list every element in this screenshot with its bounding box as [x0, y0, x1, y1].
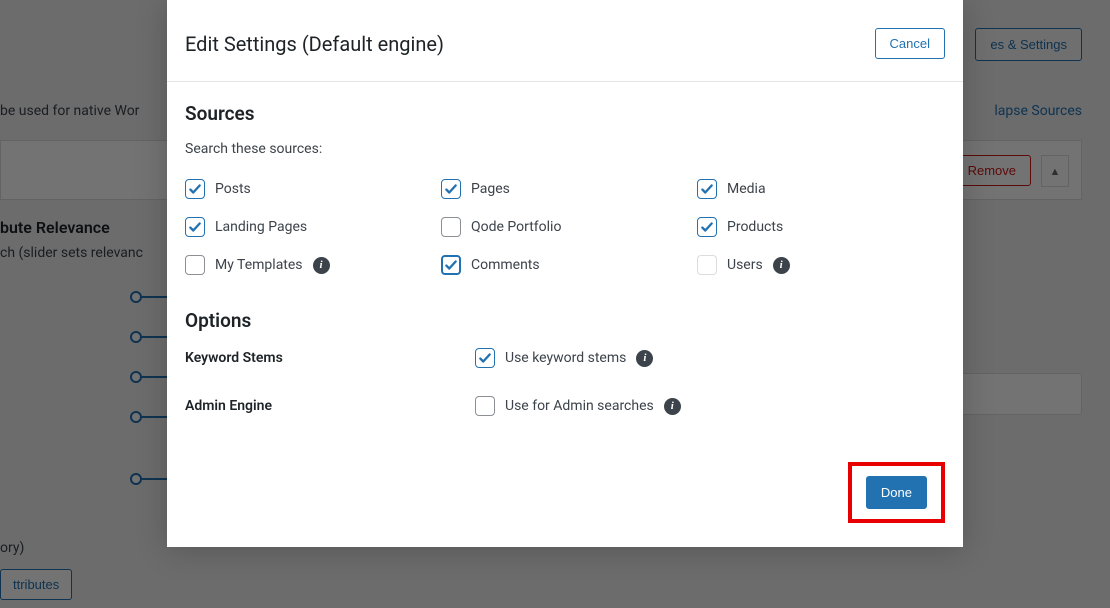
source-item: Usersi — [697, 255, 945, 275]
checkbox-label: Pages — [471, 181, 510, 197]
option-label: Admin Engine — [185, 398, 475, 414]
checkbox-label: Products — [727, 219, 783, 235]
checkbox — [697, 255, 717, 275]
options-heading: Options — [185, 309, 945, 332]
cancel-button[interactable]: Cancel — [875, 28, 945, 59]
checkbox[interactable] — [185, 255, 205, 275]
checkbox[interactable] — [441, 255, 461, 275]
checkbox[interactable] — [441, 217, 461, 237]
checkbox-label: Comments — [471, 257, 540, 273]
info-icon[interactable]: i — [636, 350, 653, 367]
checkbox[interactable] — [697, 217, 717, 237]
info-icon[interactable]: i — [313, 257, 330, 274]
source-item: Products — [697, 217, 945, 237]
edit-settings-modal: Edit Settings (Default engine) Cancel So… — [167, 0, 963, 547]
source-item: Posts — [185, 179, 433, 199]
modal-title: Edit Settings (Default engine) — [185, 32, 444, 56]
checkbox-label: Media — [727, 181, 766, 197]
checkbox-label: My Templates — [215, 257, 303, 273]
checkbox[interactable] — [185, 179, 205, 199]
source-item: Media — [697, 179, 945, 199]
option-row: Admin Engine Use for Admin searches i — [185, 396, 945, 416]
checkbox[interactable] — [475, 396, 495, 416]
modal-header: Edit Settings (Default engine) Cancel — [167, 0, 963, 82]
option-control-label: Use for Admin searches — [505, 398, 654, 414]
checkbox[interactable] — [441, 179, 461, 199]
checkbox-label: Landing Pages — [215, 219, 307, 235]
checkbox-label: Users — [727, 257, 763, 273]
checkbox-label: Qode Portfolio — [471, 219, 561, 235]
option-label: Keyword Stems — [185, 350, 475, 366]
sources-grid: Posts Pages Media Landing Pages Qode Portfol… — [185, 179, 945, 275]
option-control: Use for Admin searches i — [475, 396, 681, 416]
checkbox[interactable] — [185, 217, 205, 237]
info-icon[interactable]: i — [664, 398, 681, 415]
option-control: Use keyword stems i — [475, 348, 653, 368]
checkbox[interactable] — [475, 348, 495, 368]
done-highlight: Done — [848, 462, 945, 523]
checkbox[interactable] — [697, 179, 717, 199]
source-item: Qode Portfolio — [441, 217, 689, 237]
sources-sub: Search these sources: — [185, 141, 945, 157]
info-icon[interactable]: i — [773, 257, 790, 274]
source-item: Landing Pages — [185, 217, 433, 237]
modal-footer: Done — [167, 448, 963, 541]
source-item: My Templates i — [185, 255, 433, 275]
source-item: Pages — [441, 179, 689, 199]
done-button[interactable]: Done — [866, 476, 927, 509]
checkbox-label: Posts — [215, 181, 251, 197]
sources-heading: Sources — [185, 102, 945, 125]
option-control-label: Use keyword stems — [505, 350, 626, 366]
source-item: Comments — [441, 255, 689, 275]
option-row: Keyword Stems Use keyword stems i — [185, 348, 945, 368]
